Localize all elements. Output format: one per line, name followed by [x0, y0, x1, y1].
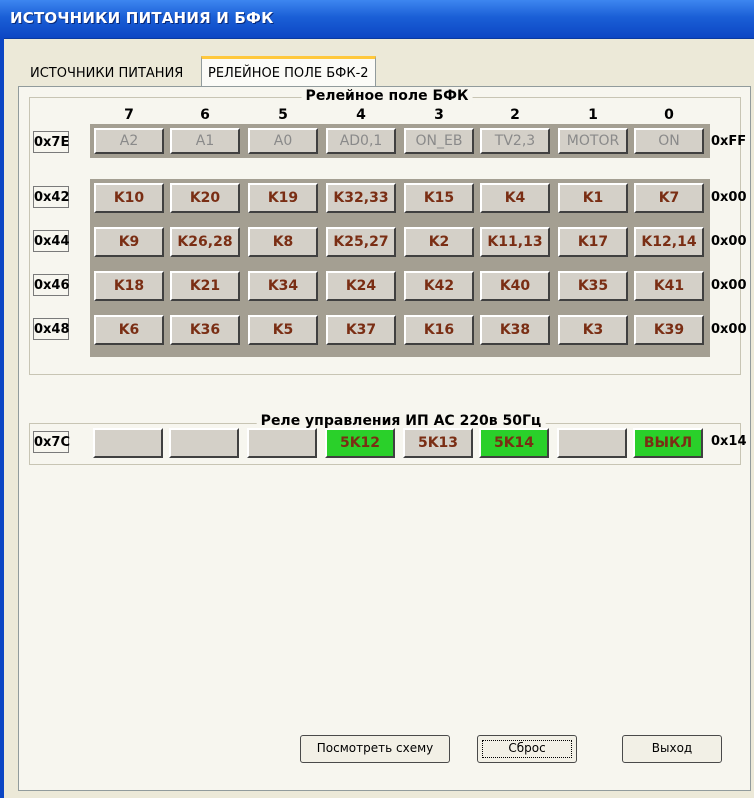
relay-button[interactable]: K7	[634, 183, 704, 213]
address-label: 0x7C	[33, 431, 70, 453]
exit-button[interactable]: Выход	[622, 735, 722, 763]
relay-button[interactable]: K19	[248, 183, 318, 213]
column-number: 4	[356, 107, 366, 123]
relay-button[interactable]: K37	[326, 315, 396, 345]
relay-button[interactable]: K40	[480, 271, 550, 301]
row-value: 0x00	[711, 190, 747, 205]
relay-button[interactable]: K35	[558, 271, 628, 301]
relay-button[interactable]: K8	[248, 227, 318, 257]
tab-panel: Релейное поле БФК 7 6 5 4 3 2 1 0 0x7E A2 A1 A0 AD0…	[18, 86, 751, 791]
control-bit-button[interactable]: ON	[634, 128, 704, 154]
relay-button[interactable]: K10	[94, 183, 164, 213]
view-scheme-button[interactable]: Посмотреть схему	[300, 735, 450, 763]
relay-button[interactable]: K25,27	[326, 227, 396, 257]
control-bit-button[interactable]: ON_EB	[404, 128, 474, 154]
relay-button[interactable]: K20	[170, 183, 240, 213]
title-bar: ИСТОЧНИКИ ПИТАНИЯ И БФК	[0, 0, 754, 39]
relay-button[interactable]: K6	[94, 315, 164, 345]
power-relay-blank-button[interactable]	[557, 428, 627, 458]
column-number: 2	[510, 107, 520, 123]
column-number: 5	[278, 107, 288, 123]
address-label: 0x42	[33, 186, 70, 208]
relay-button[interactable]: K34	[248, 271, 318, 301]
column-number: 1	[588, 107, 598, 123]
relay-button[interactable]: K5	[248, 315, 318, 345]
relay-button[interactable]: K18	[94, 271, 164, 301]
reset-button[interactable]: Сброс	[477, 735, 577, 763]
relay-button[interactable]: K39	[634, 315, 704, 345]
window-title: ИСТОЧНИКИ ПИТАНИЯ И БФК	[10, 9, 274, 27]
relay-button[interactable]: K4	[480, 183, 550, 213]
column-number: 3	[434, 107, 444, 123]
relay-button[interactable]: K16	[404, 315, 474, 345]
window-frame	[0, 38, 4, 798]
control-bit-button[interactable]: A1	[170, 128, 240, 154]
power-relay-button[interactable]: 5K12	[325, 428, 395, 458]
power-relay-button[interactable]: ВЫКЛ	[633, 428, 703, 458]
relay-button[interactable]: K1	[558, 183, 628, 213]
column-number: 6	[200, 107, 210, 123]
relay-button[interactable]: K15	[404, 183, 474, 213]
relay-button[interactable]: K3	[558, 315, 628, 345]
power-relay-blank-button[interactable]	[169, 428, 239, 458]
power-relay-blank-button[interactable]	[93, 428, 163, 458]
relay-button[interactable]: K21	[170, 271, 240, 301]
address-label: 0x44	[33, 230, 70, 252]
column-number: 7	[124, 107, 134, 123]
relay-button[interactable]: K24	[326, 271, 396, 301]
address-label: 0x7E	[33, 131, 69, 153]
tab-relay-field[interactable]: РЕЛЕЙНОЕ ПОЛЕ БФК-2	[201, 56, 376, 89]
address-label: 0x46	[33, 274, 70, 296]
row-value: 0xFF	[711, 134, 747, 149]
relay-field-title: Релейное поле БФК	[301, 88, 473, 104]
relay-button[interactable]: K17	[558, 227, 628, 257]
control-bit-button[interactable]: A0	[248, 128, 318, 154]
power-relay-blank-button[interactable]	[247, 428, 317, 458]
power-relay-button[interactable]: 5K13	[403, 428, 473, 458]
column-number: 0	[664, 107, 674, 123]
control-bit-button[interactable]: AD0,1	[326, 128, 396, 154]
address-label: 0x48	[33, 318, 70, 340]
relay-button[interactable]: K2	[404, 227, 474, 257]
power-relay-button[interactable]: 5K14	[479, 428, 549, 458]
row-value: 0x00	[711, 278, 747, 293]
control-bit-button[interactable]: A2	[94, 128, 164, 154]
relay-button[interactable]: K38	[480, 315, 550, 345]
power-relays-title: Реле управления ИП АС 220в 50Гц	[256, 413, 546, 429]
relay-button[interactable]: K42	[404, 271, 474, 301]
relay-button[interactable]: K41	[634, 271, 704, 301]
relay-button[interactable]: K11,13	[480, 227, 550, 257]
row-value: 0x00	[711, 234, 747, 249]
tab-power-sources[interactable]: ИСТОЧНИКИ ПИТАНИЯ	[24, 62, 189, 86]
relay-button[interactable]: K26,28	[170, 227, 240, 257]
relay-button[interactable]: K12,14	[634, 227, 704, 257]
relay-button[interactable]: K32,33	[326, 183, 396, 213]
row-value: 0x00	[711, 322, 747, 337]
row-value: 0x14	[711, 434, 747, 449]
relay-button[interactable]: K9	[94, 227, 164, 257]
control-bit-button[interactable]: TV2,3	[480, 128, 550, 154]
control-bit-button[interactable]: MOTOR	[558, 128, 628, 154]
relay-button[interactable]: K36	[170, 315, 240, 345]
